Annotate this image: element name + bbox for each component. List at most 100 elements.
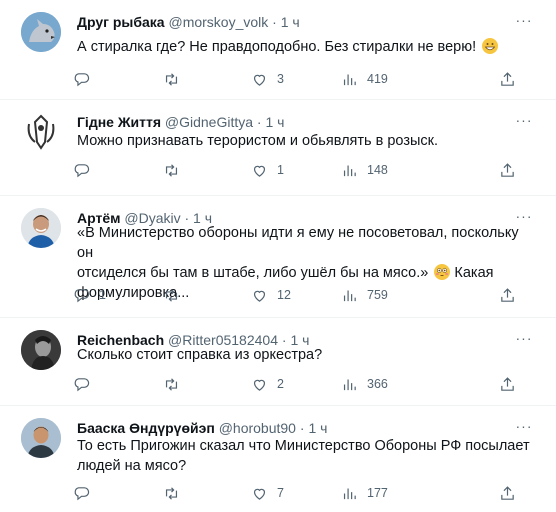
views-button[interactable]: 419: [341, 69, 388, 89]
share-button[interactable]: [499, 69, 516, 89]
tweet[interactable]: Друг рыбака @morskoy_volk · 1 ч ··· А ст…: [0, 0, 556, 100]
share-icon: [501, 485, 514, 500]
person-photo-avatar-icon: [21, 418, 61, 458]
share-button[interactable]: [499, 483, 516, 503]
like-count: 7: [277, 486, 284, 500]
wolf-avatar-icon: [21, 12, 61, 52]
user-handle[interactable]: @morskoy_volk: [168, 14, 268, 30]
retweet-icon: [165, 72, 178, 86]
tweet-text-line: Какая: [454, 265, 494, 281]
tweet-header: Друг рыбака @morskoy_volk · 1 ч: [77, 12, 516, 32]
display-name[interactable]: Гідне Життя: [77, 114, 161, 130]
share-icon: [501, 162, 514, 177]
like-button[interactable]: 12: [251, 285, 291, 305]
tweet-header: Гідне Життя @GidneGittya · 1 ч: [77, 112, 516, 132]
tweet[interactable]: Артём @Dyakiv · 1 ч ··· «В Министерство …: [0, 196, 556, 318]
tweet-text-line: Сколько стоит справка из оркестра?: [77, 347, 323, 363]
views-button[interactable]: 148: [341, 160, 388, 180]
tweet-text-line: отсиделся бы там в штабе, либо ушёл бы н…: [77, 265, 429, 281]
heart-icon: [253, 379, 266, 391]
tweet-actions: 7 177: [73, 483, 516, 503]
views-button[interactable]: 759: [341, 285, 388, 305]
share-button[interactable]: [499, 374, 516, 394]
separator: ·: [256, 114, 262, 130]
person-photo-avatar-icon: [21, 208, 61, 248]
tweet-text-line: Можно признавать терористом и обьявлять …: [77, 133, 439, 149]
views-button[interactable]: 177: [341, 483, 388, 503]
reply-icon: [74, 486, 90, 500]
like-button[interactable]: 3: [251, 69, 284, 89]
tweet[interactable]: Бааска Өндүрүөйэп @horobut90 · 1 ч ··· Т…: [0, 406, 556, 512]
grinning-face-emoji: [482, 38, 499, 54]
share-icon: [501, 376, 514, 391]
tweet-text: А стиралка где? Не правдоподобно. Без ст…: [77, 37, 534, 57]
retweet-button[interactable]: [163, 160, 189, 180]
share-icon: [501, 71, 514, 86]
share-button[interactable]: [499, 285, 516, 305]
view-count: 148: [367, 163, 388, 177]
reply-icon: [74, 377, 90, 391]
reply-count: 1: [99, 288, 106, 302]
view-count: 177: [367, 486, 388, 500]
view-count: 759: [367, 288, 388, 302]
reply-icon: [74, 288, 90, 302]
avatar[interactable]: [21, 208, 61, 248]
reply-button[interactable]: 1: [73, 285, 106, 305]
views-chart-icon: [343, 290, 356, 301]
tweet-actions: 1 148: [73, 160, 516, 180]
timestamp[interactable]: 1 ч: [281, 14, 300, 30]
timestamp[interactable]: 1 ч: [265, 114, 284, 130]
reply-button[interactable]: [73, 69, 99, 89]
user-handle[interactable]: @GidneGittya: [165, 114, 253, 130]
tweet-actions: 2 366: [73, 374, 516, 394]
tweet-text-line: То есть Пригожин сказал что Министерство…: [77, 438, 530, 454]
like-count: 2: [277, 377, 284, 391]
avatar[interactable]: [21, 112, 61, 152]
view-count: 366: [367, 377, 388, 391]
separator: ·: [272, 14, 277, 30]
retweet-button[interactable]: [163, 69, 189, 89]
retweet-icon: [165, 288, 178, 302]
avatar[interactable]: [21, 418, 61, 458]
reply-button[interactable]: [73, 483, 99, 503]
more-options-button[interactable]: ···: [514, 418, 534, 438]
reply-button[interactable]: [73, 374, 99, 394]
like-count: 3: [277, 72, 284, 86]
display-name[interactable]: Бааска Өндүрүөйэп: [77, 420, 215, 436]
views-chart-icon: [343, 379, 356, 390]
display-name[interactable]: Друг рыбака: [77, 14, 165, 30]
reply-icon: [74, 72, 90, 86]
retweet-icon: [165, 377, 178, 391]
tweet-text: То есть Пригожин сказал что Министерство…: [77, 436, 534, 476]
user-handle[interactable]: @horobut90: [219, 420, 296, 436]
tweet-text-line: А стиралка где? Не правдоподобно. Без ст…: [77, 39, 477, 55]
avatar[interactable]: [21, 330, 61, 370]
retweet-icon: [165, 163, 178, 177]
more-options-button[interactable]: ···: [514, 112, 534, 132]
reply-button[interactable]: [73, 160, 99, 180]
tweet[interactable]: Гідне Життя @GidneGittya · 1 ч ··· Можно…: [0, 100, 556, 196]
timestamp[interactable]: 1 ч: [308, 420, 327, 436]
share-button[interactable]: [499, 160, 516, 180]
views-chart-icon: [343, 488, 356, 499]
like-button[interactable]: 1: [251, 160, 284, 180]
views-chart-icon: [343, 74, 356, 85]
avatar[interactable]: [21, 12, 61, 52]
retweet-icon: [165, 486, 178, 500]
tweet-text: Сколько стоит справка из оркестра?: [77, 345, 534, 365]
views-button[interactable]: 366: [341, 374, 388, 394]
retweet-button[interactable]: [163, 374, 189, 394]
more-options-button[interactable]: ···: [514, 12, 534, 32]
retweet-button[interactable]: [163, 285, 189, 305]
tweet-header: Бааска Өндүрүөйэп @horobut90 · 1 ч: [77, 418, 516, 438]
like-button[interactable]: 7: [251, 483, 284, 503]
coat-of-arms-avatar-icon: [21, 112, 61, 152]
tweet-text: Можно признавать терористом и обьявлять …: [77, 131, 534, 151]
flushed-face-emoji: [434, 264, 451, 280]
share-icon: [501, 287, 514, 302]
like-button[interactable]: 2: [251, 374, 284, 394]
retweet-button[interactable]: [163, 483, 189, 503]
like-count: 1: [277, 163, 284, 177]
heart-icon: [253, 165, 266, 177]
tweet[interactable]: Reichenbach @Ritter05182404 · 1 ч ··· Ск…: [0, 318, 556, 406]
